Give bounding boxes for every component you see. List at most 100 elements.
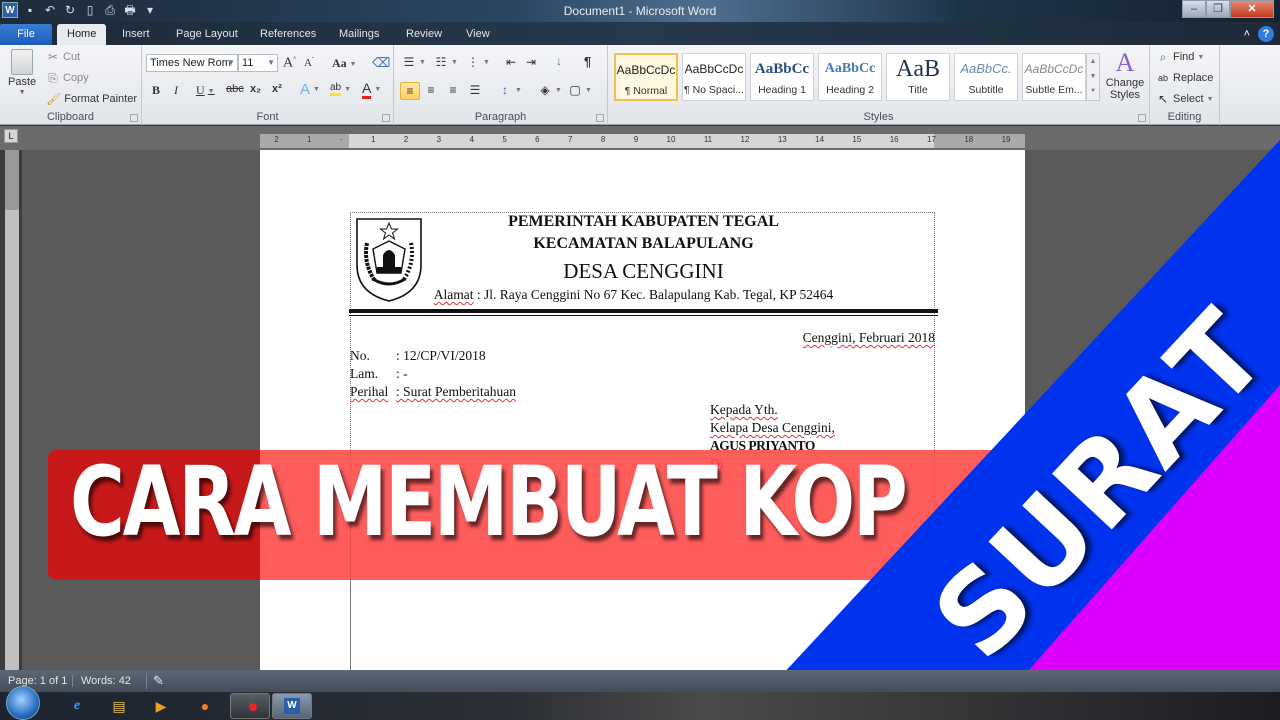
proofing-icon[interactable]: ✎ (146, 673, 164, 689)
scroll-up-icon[interactable]: ▲ (1087, 54, 1099, 69)
ruler-margin (5, 150, 19, 210)
cut-button[interactable]: ✂ Cut (46, 50, 80, 64)
style-heading-2[interactable]: AaBbCc Heading 2 (818, 53, 882, 101)
tab-insert[interactable]: Insert (112, 24, 160, 45)
shading-button[interactable]: ◈ ▼ (538, 83, 562, 97)
bold-button[interactable]: B (152, 83, 160, 98)
page-count[interactable]: Page: 1 of 1 (8, 675, 67, 687)
font-size-combo[interactable]: 11 ▼ (238, 54, 278, 72)
font-group: Times New Rom ▼ 11 ▼ A^ Aˇ Aa ▼ ⌫ B I U ▼ ab… (142, 45, 394, 125)
tab-file[interactable]: File (0, 24, 52, 45)
start-orb[interactable] (6, 686, 40, 720)
line-spacing-button[interactable]: ↕ ▼ (498, 83, 522, 97)
scroll-down-icon[interactable]: ▼ (1087, 69, 1099, 84)
screen-recorder-button[interactable] (230, 693, 270, 719)
style-heading-1[interactable]: AaBbCc Heading 1 (750, 53, 814, 101)
minimize-icon: – (1190, 3, 1198, 15)
font-color-button[interactable]: A ▼ (362, 80, 381, 99)
highlight-button[interactable]: ab ▼ (330, 82, 351, 96)
tab-view[interactable]: View (456, 24, 500, 45)
align-left-button[interactable]: ≡ (400, 82, 420, 100)
multilevel-list-button[interactable]: ⋮ ▼ (466, 55, 490, 69)
superscript-button[interactable]: x² (272, 83, 282, 95)
tab-page-layout[interactable]: Page Layout (166, 24, 248, 45)
more-icon[interactable]: ⯆ (1087, 84, 1099, 99)
grow-font-button[interactable]: A^ (283, 55, 296, 72)
italic-button[interactable]: I (174, 83, 178, 98)
copy-icon: ⎘ (48, 71, 58, 85)
media-player-icon[interactable]: ▶ (150, 696, 172, 716)
styles-launcher-icon[interactable] (1138, 114, 1146, 122)
status-bar: Page: 1 of 1 Words: 42 ✎ (0, 670, 1280, 692)
strikethrough-button[interactable]: abc (226, 83, 244, 95)
style-title[interactable]: AaB Title (886, 53, 950, 101)
decrease-indent-button[interactable]: ⇤ (504, 55, 518, 69)
align-right-button[interactable]: ≡ (446, 83, 460, 97)
cut-label: Cut (63, 51, 81, 63)
horizontal-ruler[interactable]: 2 1 · 1 2 3 4 5 6 7 8 9 10 11 12 13 14 15 16 17 18 19 (260, 134, 1025, 148)
style-subtitle[interactable]: AaBbCc. Subtitle (954, 53, 1018, 101)
word-taskbar-button[interactable]: W (272, 693, 312, 719)
editing-group: ⌕ Find ▼ ab Replace ↖ Select ▼ Editing (1150, 45, 1220, 125)
style-no-spacing[interactable]: AaBbCcDc ¶ No Spaci... (682, 53, 746, 101)
ruler-tick-label: 14 (815, 135, 825, 144)
sort-button[interactable]: ↓ (552, 54, 566, 68)
borders-button[interactable]: ▢ ▼ (568, 83, 592, 97)
vertical-ruler[interactable] (5, 150, 19, 670)
paste-button[interactable]: Paste ▼ (8, 49, 36, 96)
find-button[interactable]: ⌕ Find ▼ (1156, 50, 1205, 64)
align-center-button[interactable]: ≡ (424, 83, 438, 97)
internet-explorer-icon[interactable]: e (66, 696, 88, 716)
copy-button[interactable]: ⎘ Copy (46, 71, 89, 85)
letterhead-table: PEMERINTAH KABUPATEN TEGAL KECAMATAN BAL… (349, 212, 938, 672)
style-normal[interactable]: AaBbCcDc ¶ Normal (614, 53, 678, 101)
help-icon[interactable]: ? (1258, 26, 1274, 42)
clear-formatting-button[interactable]: ⌫ (372, 55, 390, 71)
format-painter-button[interactable]: 🖌 Format Painter (46, 92, 137, 106)
increase-indent-button[interactable]: ⇥ (524, 55, 538, 69)
word-count[interactable]: Words: 42 (72, 675, 131, 687)
field-row: No.: 12/CP/VI/2018 (350, 348, 486, 364)
justify-button[interactable]: ☰ (468, 83, 482, 97)
font-name-combo[interactable]: Times New Rom ▼ (146, 54, 238, 72)
styles-gallery-scroll[interactable]: ▲ ▼ ⯆ (1086, 53, 1100, 101)
minimize-button[interactable]: – (1182, 0, 1206, 18)
font-color-icon: A (362, 80, 372, 99)
document-page[interactable]: PEMERINTAH KABUPATEN TEGAL KECAMATAN BAL… (260, 150, 1025, 675)
minimize-ribbon-icon[interactable]: ˄ (1244, 28, 1250, 40)
select-button[interactable]: ↖ Select ▼ (1156, 92, 1214, 106)
bullets-button[interactable]: ☰ ▼ (402, 55, 426, 69)
tab-home[interactable]: Home (57, 24, 107, 45)
restore-button[interactable]: ❐ (1206, 0, 1230, 18)
text-effects-button[interactable]: A ▼ (300, 81, 320, 98)
paragraph-launcher-icon[interactable] (596, 114, 604, 122)
file-explorer-icon[interactable]: ▤ (108, 696, 130, 716)
show-formatting-button[interactable]: ¶ (584, 54, 591, 69)
close-button[interactable]: ✕ (1230, 0, 1274, 18)
style-subtle-emphasis[interactable]: AaBbCcDc Subtle Em... (1022, 53, 1086, 101)
replace-button[interactable]: ab Replace (1156, 71, 1213, 85)
style-name: Subtle Em... (1025, 84, 1083, 96)
field-key: Lam. (350, 366, 379, 381)
firefox-icon[interactable]: ● (194, 696, 216, 716)
change-styles-button[interactable]: A Change Styles (1104, 49, 1146, 102)
change-case-button[interactable]: Aa ▼ (332, 56, 357, 71)
chevron-down-icon: ▼ (555, 86, 562, 94)
tab-mailings[interactable]: Mailings (329, 24, 389, 45)
replace-icon: ab (1157, 73, 1168, 83)
ruler-tick-label: 4 (469, 135, 474, 144)
style-preview: AaBbCc (754, 61, 810, 77)
shrink-font-button[interactable]: Aˇ (304, 57, 314, 69)
clipboard-launcher-icon[interactable] (130, 114, 138, 122)
tab-review[interactable]: Review (396, 24, 452, 45)
font-launcher-icon[interactable] (382, 114, 390, 122)
tab-references[interactable]: References (250, 24, 326, 45)
clipboard-group: Paste ▼ ✂ Cut ⎘ Copy 🖌 Format Painter Clipb… (0, 45, 142, 125)
subscript-button[interactable]: x₂ (250, 83, 261, 95)
ruler-bar: L 2 1 · 1 2 3 4 5 6 7 8 9 10 11 12 13 14 15 16 17 18 19 (0, 126, 1280, 150)
underline-button[interactable]: U ▼ (196, 83, 215, 98)
ruler-tick-label: 12 (740, 135, 750, 144)
style-preview: AaBbCc (824, 61, 876, 76)
tab-selector[interactable]: L (4, 129, 18, 143)
numbering-button[interactable]: ☷ ▼ (434, 55, 458, 69)
